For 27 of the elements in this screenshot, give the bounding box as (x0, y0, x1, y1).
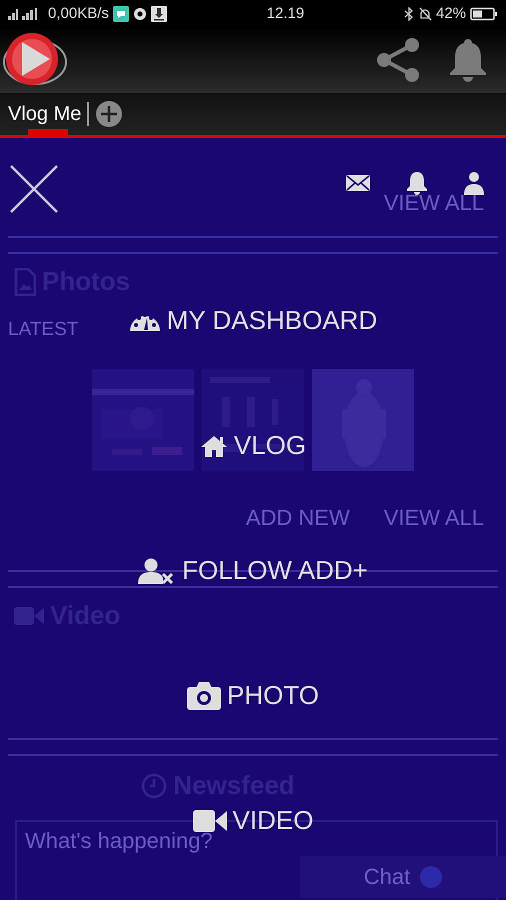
network-speed: 0,00KB/s (48, 5, 109, 22)
share-icon[interactable] (374, 36, 422, 84)
clock-time: 12.19 (266, 5, 304, 22)
video-camera-icon (14, 606, 44, 626)
menu-item[interactable]: MY DASHBOARD (128, 305, 378, 336)
muted-bell-icon (418, 6, 432, 20)
circle-icon (132, 6, 147, 20)
battery-icon (470, 6, 498, 20)
download-icon (150, 6, 167, 22)
bell-icon[interactable] (448, 37, 488, 83)
battery-percent: 42% (436, 5, 466, 22)
mail-icon[interactable] (346, 175, 370, 191)
camera-icon (187, 682, 221, 710)
image-icon (14, 268, 36, 296)
close-icon[interactable] (10, 165, 58, 213)
add-tab-icon[interactable] (95, 100, 124, 128)
menu-item[interactable]: VLOG (200, 430, 306, 461)
clock-icon (141, 772, 168, 798)
bluetooth-icon (404, 6, 414, 20)
tab[interactable]: Vlog Me (8, 93, 82, 135)
bell-icon[interactable] (406, 171, 428, 195)
menu-item[interactable]: PHOTO (187, 680, 319, 711)
video-camera-icon (192, 808, 227, 832)
home-icon (200, 434, 228, 458)
chat-icon (112, 6, 129, 22)
menu-item[interactable]: FOLLOW ADD+ (138, 555, 368, 586)
user-icon[interactable] (464, 171, 484, 195)
